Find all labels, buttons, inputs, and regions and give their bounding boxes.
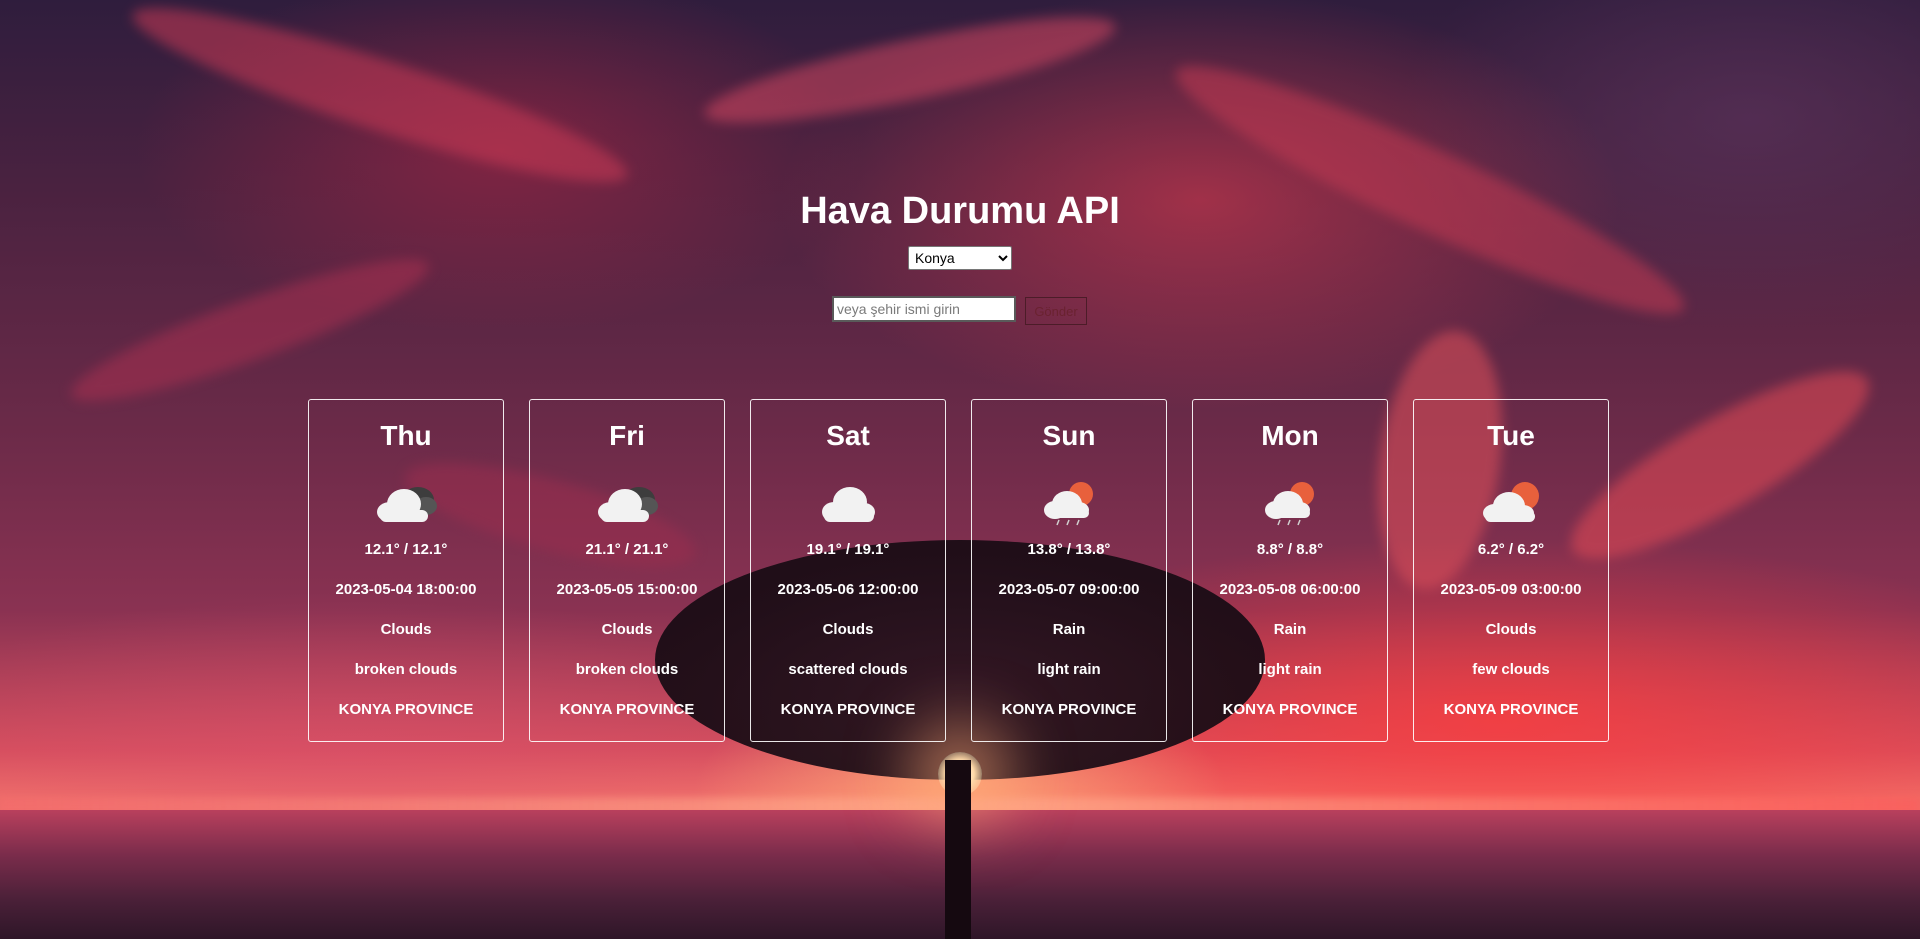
forecast-card: Thu 12.1° / 12.1° 2023-05-04 18:00:00 Cl… (308, 399, 504, 742)
forecast-day: Sun (1042, 420, 1096, 451)
forecast-temp: 13.8° / 13.8° (1027, 541, 1111, 558)
forecast-datetime: 2023-05-07 09:00:00 (998, 581, 1140, 598)
forecast-datetime: 2023-05-06 12:00:00 (777, 581, 919, 598)
forecast-temp: 8.8° / 8.8° (1256, 541, 1324, 558)
forecast-temp: 12.1° / 12.1° (364, 541, 448, 558)
forecast-location: KONYA PROVINCE (1001, 701, 1137, 718)
forecast-day: Mon (1261, 420, 1319, 451)
forecast-datetime: 2023-05-08 06:00:00 (1219, 581, 1361, 598)
city-select[interactable]: Konya (908, 246, 1012, 270)
forecast-card: Tue 6.2° / 6.2° 2023-05-09 03:00:00 Clou… (1413, 399, 1609, 742)
clouds-scattered-icon (822, 487, 875, 522)
forecast-description: scattered clouds (788, 661, 908, 678)
forecast-card: Sun 13.8° / 13.8° 2023-05-07 09:00:00 Ra… (971, 399, 1167, 742)
forecast-temp: 6.2° / 6.2° (1477, 541, 1545, 558)
forecast-main: Rain (1052, 621, 1086, 638)
forecast-main: Clouds (1485, 621, 1537, 638)
forecast-day: Thu (380, 420, 432, 451)
forecast-location: KONYA PROVINCE (780, 701, 916, 718)
main-content: Hava Durumu API Konya Gönder Thu 12.1° /… (0, 0, 1920, 939)
forecast-main: Rain (1273, 621, 1307, 638)
city-search-input[interactable] (832, 296, 1016, 322)
forecast-datetime: 2023-05-05 15:00:00 (556, 581, 698, 598)
forecast-day: Sat (826, 420, 870, 451)
page-title: Hava Durumu API (800, 190, 1120, 232)
forecast-location: KONYA PROVINCE (338, 701, 474, 718)
forecast-card: Mon 8.8° / 8.8° 2023-05-08 06:00:00 Rain… (1192, 399, 1388, 742)
forecast-main: Clouds (601, 621, 653, 638)
light-rain-icon (1044, 482, 1093, 526)
few-clouds-icon (1483, 482, 1539, 522)
submit-button[interactable]: Gönder (1025, 297, 1087, 325)
forecast-location: KONYA PROVINCE (1443, 701, 1579, 718)
forecast-card: Sat 19.1° / 19.1° 2023-05-06 12:00:00 Cl… (750, 399, 946, 742)
forecast-temp: 19.1° / 19.1° (806, 541, 890, 558)
clouds-broken-icon (598, 487, 658, 522)
forecast-main: Clouds (380, 621, 432, 638)
forecast-location: KONYA PROVINCE (559, 701, 695, 718)
forecast-description: broken clouds (354, 661, 458, 678)
forecast-card: Fri 21.1° / 21.1° 2023-05-05 15:00:00 Cl… (529, 399, 725, 742)
forecast-description: few clouds (1472, 661, 1550, 678)
forecast-temp: 21.1° / 21.1° (585, 541, 669, 558)
forecast-datetime: 2023-05-09 03:00:00 (1440, 581, 1582, 598)
forecast-datetime: 2023-05-04 18:00:00 (335, 581, 477, 598)
forecast-description: light rain (1258, 661, 1322, 678)
forecast-day: Tue (1487, 420, 1535, 451)
light-rain-icon (1265, 482, 1314, 526)
forecast-location: KONYA PROVINCE (1222, 701, 1358, 718)
forecast-main: Clouds (822, 621, 874, 638)
forecast-cards: Thu 12.1° / 12.1° 2023-05-04 18:00:00 Cl… (308, 399, 1609, 742)
forecast-description: light rain (1037, 661, 1101, 678)
forecast-day: Fri (609, 420, 645, 451)
forecast-description: broken clouds (575, 661, 679, 678)
clouds-broken-icon (377, 487, 437, 522)
